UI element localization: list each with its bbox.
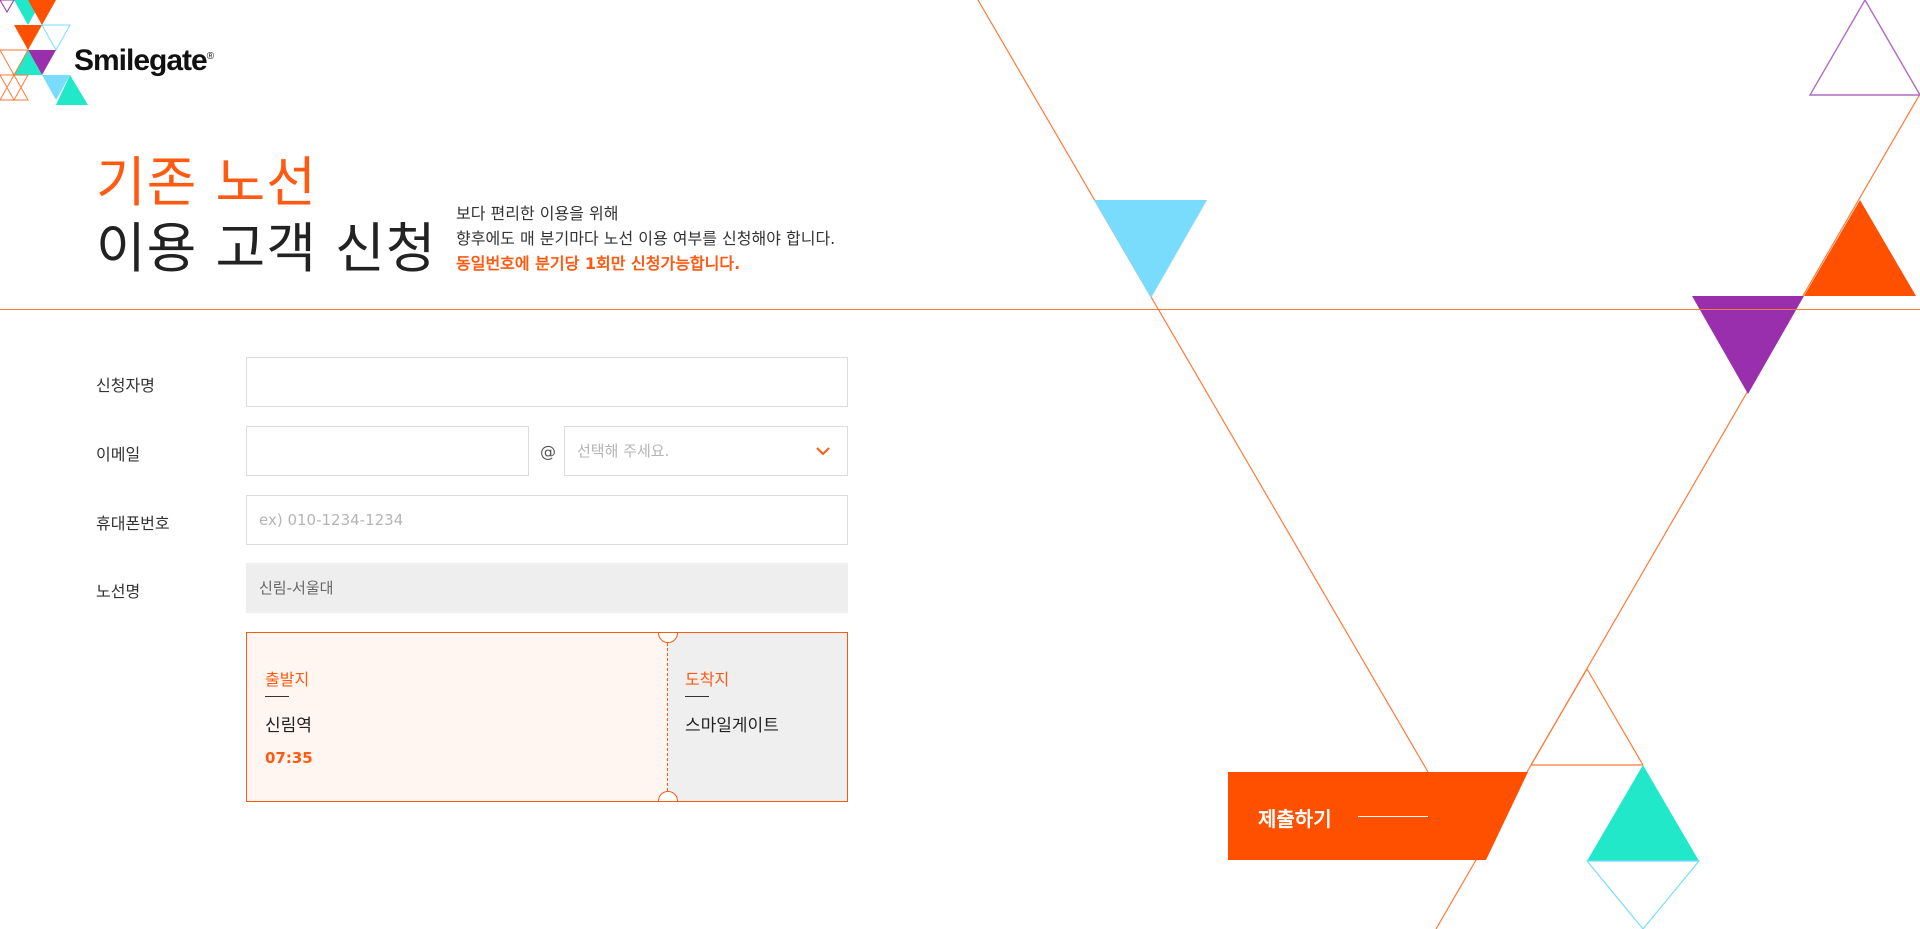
- page-title-line2: 이용 고객 신청: [96, 217, 437, 280]
- email-at-sign: @: [540, 442, 556, 461]
- email-domain-placeholder: 선택해 주세요.: [577, 442, 670, 460]
- arrival-name: 스마일게이트: [685, 716, 779, 736]
- route-name-field: 신림-서울대: [246, 563, 848, 613]
- submit-button[interactable]: 제출하기: [1228, 772, 1528, 860]
- ticket-notch-bottom: [658, 791, 678, 801]
- route-name-value: 신림-서울대: [259, 579, 334, 597]
- name-input[interactable]: [246, 357, 848, 407]
- submit-label: 제출하기: [1258, 807, 1332, 831]
- arrival-panel: 도착지 스마일게이트: [667, 633, 847, 801]
- ticket-divider: [667, 633, 668, 801]
- departure-panel: 출발지 신림역 07:35: [247, 633, 667, 801]
- page-title-line1: 기존 노선: [96, 151, 317, 214]
- description-line2: 향후에도 매 분기마다 노선 이용 여부를 신청해야 합니다.: [456, 229, 836, 248]
- header-divider: [0, 309, 1920, 310]
- arrival-dash: [685, 696, 709, 697]
- page-title: 기존 노선 이용 고객 신청: [96, 150, 436, 282]
- chevron-down-icon: [816, 447, 830, 456]
- email-domain-select[interactable]: 선택해 주세요.: [564, 426, 848, 476]
- phone-input[interactable]: [246, 495, 848, 545]
- departure-name: 신림역: [265, 716, 312, 736]
- submit-arrow-line: [1358, 816, 1428, 817]
- ticket-notch-top: [658, 633, 678, 643]
- phone-label: 휴대폰번호: [96, 514, 170, 533]
- arrival-caption: 도착지: [685, 670, 730, 689]
- page-description: 보다 편리한 이용을 위해 향후에도 매 분기마다 노선 이용 여부를 신청해야…: [456, 201, 835, 276]
- description-line1: 보다 편리한 이용을 위해: [456, 204, 619, 223]
- smilegate-logo[interactable]: Smilegate®: [0, 0, 260, 110]
- email-label: 이메일: [96, 445, 141, 464]
- route-label: 노선명: [96, 582, 141, 601]
- name-label: 신청자명: [96, 376, 155, 395]
- route-ticket: 출발지 신림역 07:35 도착지 스마일게이트: [246, 632, 848, 802]
- departure-caption: 출발지: [265, 670, 310, 689]
- description-warning: 동일번호에 분기당 1회만 신청가능합니다.: [456, 254, 741, 273]
- departure-dash: [265, 696, 289, 697]
- brand-wordmark: Smilegate®: [74, 44, 214, 77]
- email-local-input[interactable]: [246, 426, 529, 476]
- departure-time: 07:35: [265, 749, 313, 767]
